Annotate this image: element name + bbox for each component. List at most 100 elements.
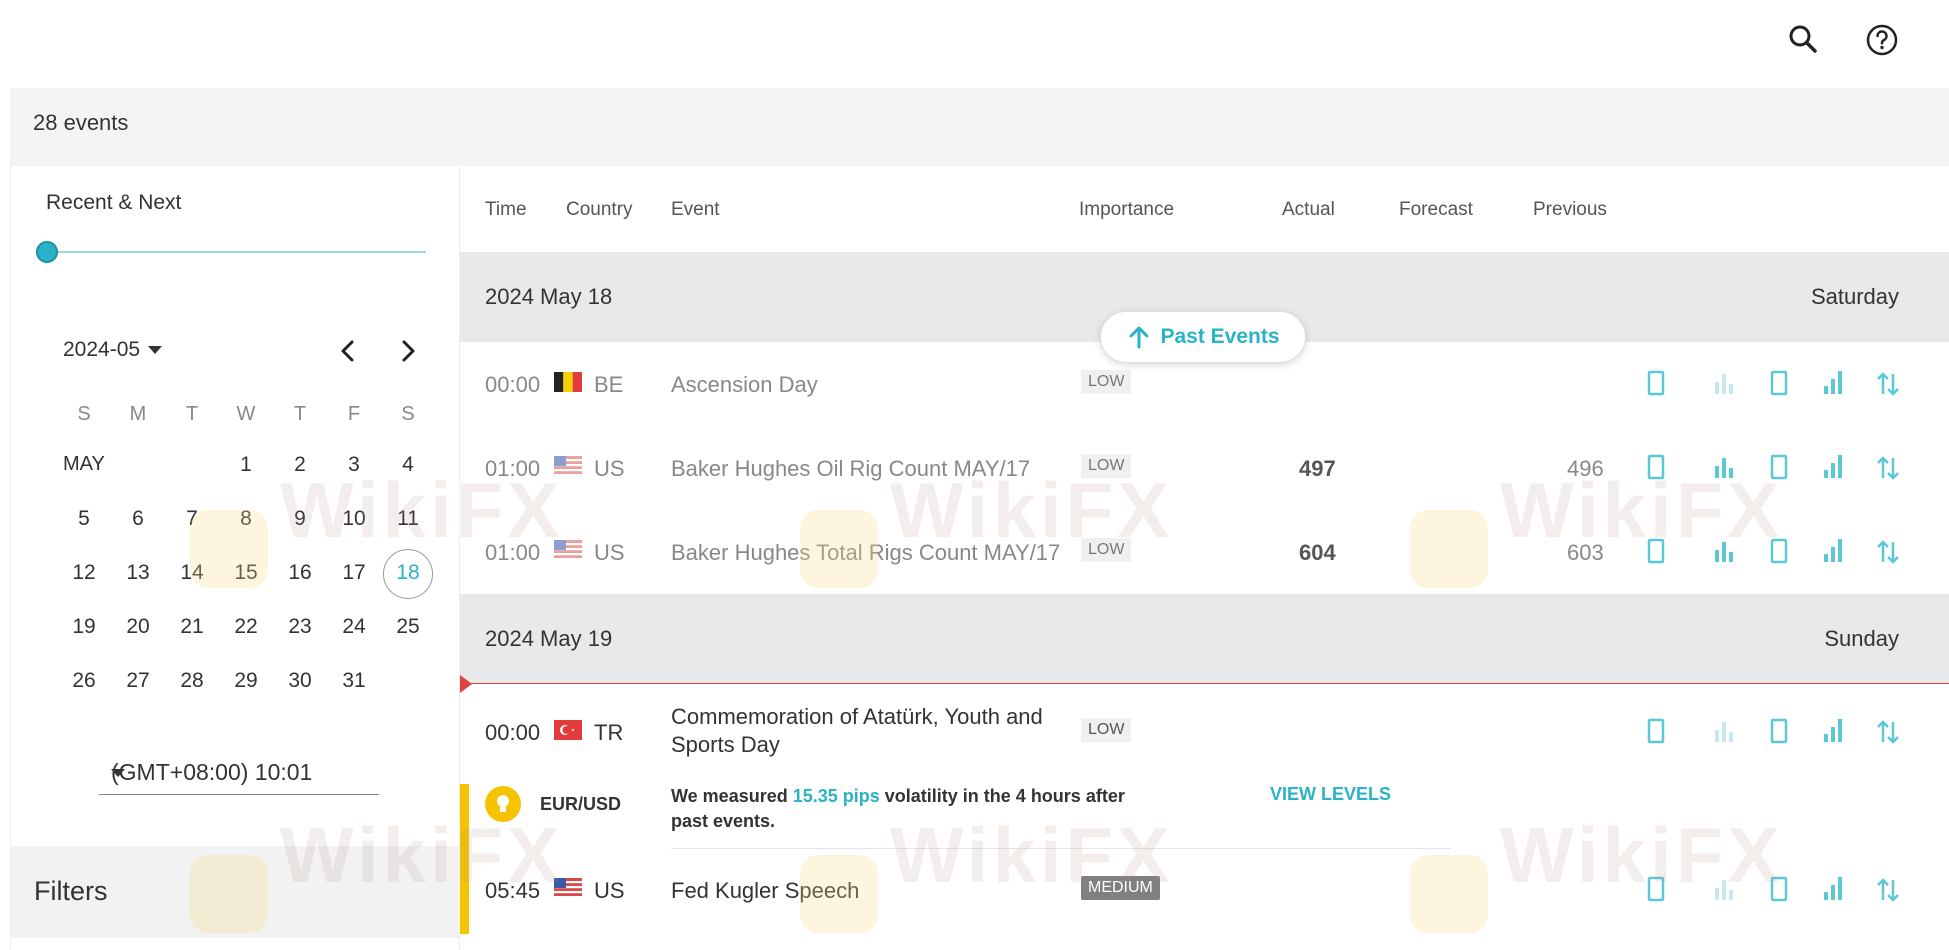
event-time: 05:45: [485, 878, 541, 903]
event-name[interactable]: Baker Hughes Total Rigs Count MAY/17: [671, 540, 1060, 566]
note-icon[interactable]: [1762, 532, 1796, 572]
volatility-message: We measured 15.35 pips volatility in the…: [671, 784, 1151, 834]
signal-strength-icon[interactable]: [1816, 870, 1850, 910]
note-icon[interactable]: [1762, 712, 1796, 752]
weekday-label: W: [236, 403, 256, 425]
table-row[interactable]: 01:00 US Baker Hughes Oil Rig Count MAY/…: [460, 426, 1949, 510]
calendar-day[interactable]: 8: [221, 507, 271, 531]
calendar-day[interactable]: 26: [59, 669, 109, 693]
calendar-day[interactable]: 28: [167, 669, 217, 693]
calendar-day[interactable]: 30: [275, 669, 325, 693]
calendar-day-selected[interactable]: 18: [383, 561, 433, 585]
calendar-day[interactable]: 6: [113, 507, 163, 531]
calendar-day[interactable]: 23: [275, 615, 325, 639]
history-chart-icon[interactable]: [1707, 870, 1741, 910]
calendar-day[interactable]: 10: [329, 507, 379, 531]
bookmark-icon[interactable]: [1639, 712, 1673, 752]
calendar-day[interactable]: 17: [329, 561, 379, 585]
table-row[interactable]: 01:00 US Baker Hughes Total Rigs Count M…: [460, 510, 1949, 594]
help-icon[interactable]: [1862, 20, 1902, 60]
prev-month-button[interactable]: [333, 334, 363, 368]
weekday-label: Sunday: [1824, 626, 1899, 651]
flag-be-icon: [554, 372, 582, 392]
event-country: US: [594, 456, 625, 481]
range-slider-track[interactable]: [46, 251, 426, 253]
calendar-day[interactable]: 3: [329, 453, 379, 477]
calendar-day[interactable]: 31: [329, 669, 379, 693]
view-levels-link[interactable]: VIEW LEVELS: [1270, 784, 1391, 805]
calendar-day[interactable]: 12: [59, 561, 109, 585]
event-time: 01:00: [485, 540, 541, 565]
calendar-day[interactable]: 11: [383, 507, 433, 531]
month-dropdown[interactable]: 2024-05: [63, 338, 163, 362]
search-icon[interactable]: [1783, 20, 1823, 60]
note-icon[interactable]: [1762, 364, 1796, 404]
event-name[interactable]: Fed Kugler Speech: [671, 878, 859, 904]
calendar-day[interactable]: 19: [59, 615, 109, 639]
next-month-button[interactable]: [393, 334, 423, 368]
filters-section[interactable]: Filters: [11, 846, 461, 938]
sort-arrows-icon[interactable]: [1871, 532, 1905, 572]
timezone-dropdown[interactable]: (GMT+08:00) 10:01: [99, 751, 379, 795]
importance-badge: LOW: [1081, 538, 1132, 562]
calendar-day[interactable]: 22: [221, 615, 271, 639]
calendar-day[interactable]: 7: [167, 507, 217, 531]
sort-arrows-icon[interactable]: [1871, 364, 1905, 404]
calendar-day[interactable]: 14: [167, 561, 217, 585]
note-icon[interactable]: [1762, 870, 1796, 910]
date-group-header: 2024 May 19 Sunday: [460, 594, 1949, 684]
range-slider-thumb[interactable]: [36, 241, 58, 263]
history-chart-icon[interactable]: [1707, 712, 1741, 752]
calendar-day[interactable]: 1: [221, 453, 271, 477]
bookmark-icon[interactable]: [1639, 448, 1673, 488]
bookmark-icon[interactable]: [1639, 364, 1673, 404]
actual-value: 497: [1299, 456, 1336, 481]
row-action-icons: [1639, 870, 1919, 910]
calendar-day[interactable]: 24: [329, 615, 379, 639]
row-action-icons: [1639, 364, 1919, 404]
bookmark-icon[interactable]: [1639, 532, 1673, 572]
event-name[interactable]: Baker Hughes Oil Rig Count MAY/17: [671, 456, 1030, 482]
signal-strength-icon[interactable]: [1816, 448, 1850, 488]
calendar-day[interactable]: 16: [275, 561, 325, 585]
past-events-button[interactable]: Past Events: [1100, 311, 1306, 363]
date-label: 2024 May 19: [485, 626, 613, 651]
timezone-value: (GMT+08:00) 10:01: [111, 759, 313, 785]
sort-arrows-icon[interactable]: [1871, 712, 1905, 752]
weekday-label: T: [293, 403, 307, 425]
calendar-day[interactable]: 5: [59, 507, 109, 531]
sort-arrows-icon[interactable]: [1871, 870, 1905, 910]
calendar-day[interactable]: 9: [275, 507, 325, 531]
table-row[interactable]: 00:00 TR Commemoration of Atatürk, Youth…: [460, 684, 1949, 784]
lightbulb-icon: [485, 786, 521, 822]
history-chart-icon[interactable]: [1707, 532, 1741, 572]
calendar-day[interactable]: 21: [167, 615, 217, 639]
importance-badge: LOW: [1081, 454, 1132, 478]
event-name-line2[interactable]: Sports Day: [671, 732, 780, 758]
calendar-day[interactable]: 15: [221, 561, 271, 585]
event-name-line1[interactable]: Commemoration of Atatürk, Youth and: [671, 704, 1043, 730]
row-action-icons: [1639, 532, 1919, 572]
calendar-day[interactable]: 4: [383, 453, 433, 477]
history-chart-icon[interactable]: [1707, 448, 1741, 488]
calendar-day[interactable]: 29: [221, 669, 271, 693]
note-icon[interactable]: [1762, 448, 1796, 488]
calendar-day[interactable]: 27: [113, 669, 163, 693]
history-chart-icon[interactable]: [1707, 364, 1741, 404]
sort-arrows-icon[interactable]: [1871, 448, 1905, 488]
volatility-insight: EUR/USD We measured 15.35 pips volatilit…: [460, 774, 1949, 934]
calendar-day[interactable]: 13: [113, 561, 163, 585]
calendar-day[interactable]: 25: [383, 615, 433, 639]
weekday-label: S: [77, 403, 91, 425]
table-row[interactable]: 05:45 US Fed Kugler Speech MEDIUM: [460, 848, 1949, 932]
calendar-day[interactable]: 2: [275, 453, 325, 477]
signal-strength-icon[interactable]: [1816, 364, 1850, 404]
event-name[interactable]: Ascension Day: [671, 372, 818, 398]
month-dropdown-label: 2024-05: [63, 338, 141, 361]
calendar-day[interactable]: 20: [113, 615, 163, 639]
signal-strength-icon[interactable]: [1816, 712, 1850, 752]
row-action-icons: [1639, 448, 1919, 488]
bookmark-icon[interactable]: [1639, 870, 1673, 910]
signal-strength-icon[interactable]: [1816, 532, 1850, 572]
actual-value: 604: [1299, 540, 1336, 565]
